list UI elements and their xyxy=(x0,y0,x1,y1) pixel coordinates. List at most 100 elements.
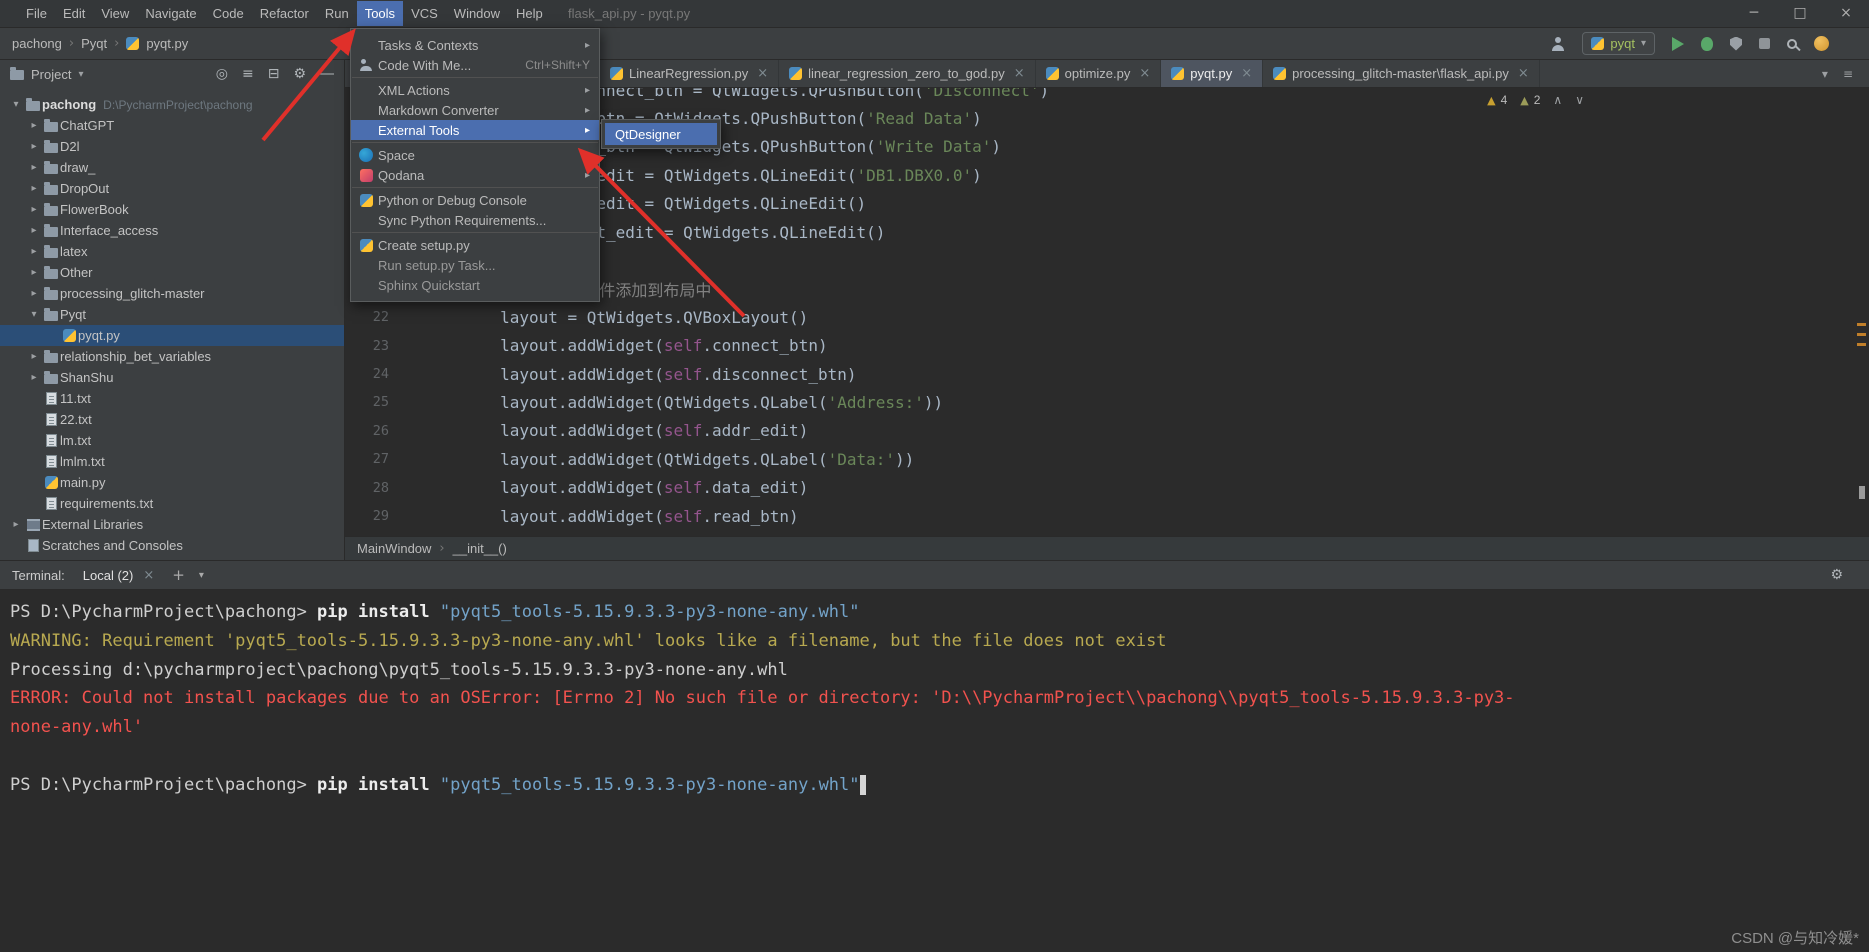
tab-linearregression-py[interactable]: LinearRegression.py× xyxy=(600,60,779,87)
menu-item-sync-python-requirements[interactable]: Sync Python Requirements... xyxy=(351,210,599,230)
tab-optimize-py[interactable]: optimize.py× xyxy=(1036,60,1162,87)
prev-issue-icon[interactable]: ∧ xyxy=(1553,93,1562,107)
breadcrumb-item-init[interactable]: __init__() xyxy=(453,541,507,556)
tree-item-relationship-bet-variables[interactable]: ▸relationship_bet_variables xyxy=(0,346,344,367)
hidden-tabs-icon[interactable]: ▾ xyxy=(1822,67,1828,81)
menu-item-create-setup-py[interactable]: Create setup.py xyxy=(351,235,599,255)
maximize-icon[interactable]: □ xyxy=(1777,0,1823,27)
user-icon[interactable] xyxy=(1551,37,1565,51)
search-icon[interactable] xyxy=(1787,39,1797,49)
menu-item-tasks-contexts[interactable]: Tasks & Contexts▸ xyxy=(351,35,599,55)
menu-item-qodana[interactable]: Qodana▸ xyxy=(351,165,599,185)
menu-item-xml-actions[interactable]: XML Actions▸ xyxy=(351,80,599,100)
chevron-right-icon[interactable]: ▸ xyxy=(26,141,42,152)
tree-item-flowerbook[interactable]: ▸FlowerBook xyxy=(0,199,344,220)
terminal-output[interactable]: PS D:\PycharmProject\pachong> pip instal… xyxy=(0,590,1869,952)
tree-item-22-txt[interactable]: 22.txt xyxy=(0,409,344,430)
tree-item-scratches-and-consoles[interactable]: Scratches and Consoles xyxy=(0,535,344,556)
chevron-down-icon[interactable]: ▾ xyxy=(78,69,83,80)
menu-item-external-tools[interactable]: External Tools▸ xyxy=(351,120,599,140)
menu-run[interactable]: Run xyxy=(317,1,357,26)
expand-all-icon[interactable]: ≡ xyxy=(242,66,254,82)
run-config-selector[interactable]: pyqt ▾ xyxy=(1582,32,1655,55)
terminal-tab-local[interactable]: Local (2) × xyxy=(83,568,154,583)
menu-item-markdown-converter[interactable]: Markdown Converter▸ xyxy=(351,100,599,120)
tree-item-draw[interactable]: ▸draw_ xyxy=(0,157,344,178)
chevron-right-icon[interactable]: ▸ xyxy=(26,162,42,173)
new-terminal-icon[interactable]: + xyxy=(172,566,185,584)
menu-file[interactable]: File xyxy=(18,1,55,26)
tree-item-pyqt-py[interactable]: pyqt.py xyxy=(0,325,344,346)
close-terminal-tab-icon[interactable]: × xyxy=(143,568,154,583)
terminal-title[interactable]: Terminal: xyxy=(12,568,65,583)
breadcrumb-item-pyqt[interactable]: Pyqt xyxy=(81,36,107,51)
menu-navigate[interactable]: Navigate xyxy=(137,1,204,26)
tree-item-pyqt[interactable]: ▾Pyqt xyxy=(0,304,344,325)
close-icon[interactable]: × xyxy=(1823,0,1869,27)
debug-button[interactable] xyxy=(1701,37,1713,51)
menu-code[interactable]: Code xyxy=(205,1,252,26)
menu-item-python-or-debug-console[interactable]: Python or Debug Console xyxy=(351,190,599,210)
tree-item-d2l[interactable]: ▸D2l xyxy=(0,136,344,157)
tree-item-external-libraries[interactable]: ▸External Libraries xyxy=(0,514,344,535)
close-tab-icon[interactable]: × xyxy=(1241,66,1252,81)
breadcrumb-item-pachong[interactable]: pachong xyxy=(12,36,62,51)
menu-view[interactable]: View xyxy=(93,1,137,26)
chevron-right-icon[interactable]: ▸ xyxy=(26,183,42,194)
tab-processing-glitch-master-flask-api-py[interactable]: processing_glitch-master\flask_api.py× xyxy=(1263,60,1540,87)
run-button[interactable] xyxy=(1672,37,1684,51)
tree-item-main-py[interactable]: main.py xyxy=(0,472,344,493)
error-stripe-mark[interactable] xyxy=(1857,333,1866,336)
chevron-right-icon[interactable]: ▸ xyxy=(26,267,42,278)
locate-file-icon[interactable]: ◎ xyxy=(216,66,228,82)
collapse-all-icon[interactable]: ⊟ xyxy=(268,66,280,82)
menu-refactor[interactable]: Refactor xyxy=(252,1,317,26)
chevron-down-icon[interactable]: ▾ xyxy=(26,309,42,320)
chevron-right-icon[interactable]: ▸ xyxy=(26,246,42,257)
menu-help[interactable]: Help xyxy=(508,1,551,26)
hide-panel-icon[interactable]: ― xyxy=(320,66,334,82)
tree-item-latex[interactable]: ▸latex xyxy=(0,241,344,262)
scrollbar-thumb[interactable] xyxy=(1859,486,1865,499)
chevron-right-icon[interactable]: ▸ xyxy=(26,372,42,383)
settings-gear-icon[interactable]: ⚙ xyxy=(293,66,306,82)
breadcrumb-item-pyqt-py[interactable]: pyqt.py xyxy=(146,36,188,51)
menu-item-sphinx-quickstart[interactable]: Sphinx Quickstart xyxy=(351,275,599,295)
chevron-right-icon[interactable]: ▸ xyxy=(8,519,24,530)
chevron-right-icon[interactable]: ▸ xyxy=(26,204,42,215)
stop-button[interactable] xyxy=(1759,38,1770,49)
error-stripe-mark[interactable] xyxy=(1857,343,1866,346)
tree-item-lmlm-txt[interactable]: lmlm.txt xyxy=(0,451,344,472)
tree-item-dropout[interactable]: ▸DropOut xyxy=(0,178,344,199)
menu-item-code-with-me[interactable]: Code With Me...Ctrl+Shift+Y xyxy=(351,55,599,75)
tree-item-pachong[interactable]: ▾pachongD:\PycharmProject\pachong xyxy=(0,94,344,115)
menu-item-run-setup-py-task[interactable]: Run setup.py Task... xyxy=(351,255,599,275)
menu-window[interactable]: Window xyxy=(446,1,508,26)
close-tab-icon[interactable]: × xyxy=(1518,66,1529,81)
chevron-right-icon[interactable]: ▸ xyxy=(26,288,42,299)
chevron-down-icon[interactable]: ▾ xyxy=(8,99,24,110)
menu-tools[interactable]: Tools xyxy=(357,1,403,26)
close-tab-icon[interactable]: × xyxy=(1139,66,1150,81)
close-tab-icon[interactable]: × xyxy=(757,66,768,81)
tree-item-interface-access[interactable]: ▸Interface_access xyxy=(0,220,344,241)
chevron-right-icon[interactable]: ▸ xyxy=(26,225,42,236)
chevron-right-icon[interactable]: ▸ xyxy=(26,351,42,362)
chevron-right-icon[interactable]: ▸ xyxy=(26,120,42,131)
menu-item-space[interactable]: Space xyxy=(351,145,599,165)
project-view-title[interactable]: Project xyxy=(31,67,71,82)
tree-item-processing-glitch-master[interactable]: ▸processing_glitch-master xyxy=(0,283,344,304)
tree-item-requirements-txt[interactable]: requirements.txt xyxy=(0,493,344,514)
notification-icon[interactable] xyxy=(1814,36,1829,51)
inspections-widget[interactable]: ▲ 4 ▲ 2 ∧ ∨ xyxy=(1487,93,1584,107)
coverage-button[interactable] xyxy=(1730,37,1742,51)
minimize-icon[interactable]: ─ xyxy=(1731,0,1777,27)
editor-options-icon[interactable]: ≡ xyxy=(1843,67,1853,81)
breadcrumb-item-mainwindow[interactable]: MainWindow xyxy=(357,541,431,556)
terminal-settings-gear-icon[interactable]: ⚙ xyxy=(1830,567,1843,583)
tree-item-11-txt[interactable]: 11.txt xyxy=(0,388,344,409)
close-tab-icon[interactable]: × xyxy=(1014,66,1025,81)
menu-item-qtdesigner[interactable]: QtDesigner xyxy=(605,123,717,145)
menu-vcs[interactable]: VCS xyxy=(403,1,446,26)
tree-item-chatgpt[interactable]: ▸ChatGPT xyxy=(0,115,344,136)
